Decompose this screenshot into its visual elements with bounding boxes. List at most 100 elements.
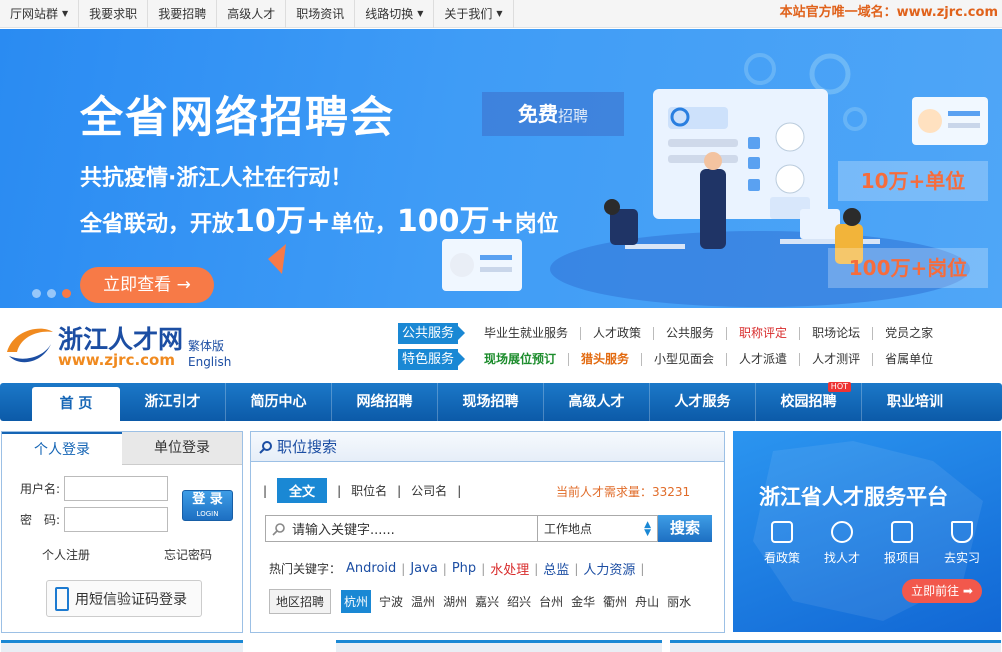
service-links: 公共服务 毕业生就业服务 人才政策 公共服务 职称评定 职场论坛 党员之家 特色… [398, 320, 1002, 372]
service-link[interactable]: 公共服务 [654, 326, 728, 340]
nav-home[interactable]: 首 页 [32, 387, 120, 421]
area-link[interactable]: 湖州 [443, 593, 467, 610]
service-link[interactable]: 职称评定 [727, 326, 801, 340]
username-input[interactable] [64, 476, 169, 501]
hot-keyword-link[interactable]: 总监 [543, 559, 569, 578]
hot-keyword-link[interactable]: 人力资源 [583, 559, 635, 578]
topnav-label: 关于我们 [444, 6, 493, 21]
area-link[interactable]: 衢州 [603, 593, 627, 610]
hot-keyword-link[interactable]: Android [346, 561, 396, 576]
area-link[interactable]: 绍兴 [507, 593, 531, 610]
register-link[interactable]: 个人注册 [42, 546, 90, 563]
nav-resume-center[interactable]: 简历中心 [226, 383, 332, 421]
nav-zhejiang-talent[interactable]: 浙江引才 [120, 383, 226, 421]
area-link[interactable]: 丽水 [667, 593, 691, 610]
internship-item[interactable]: 去实习 [941, 521, 983, 566]
nav-online-recruit[interactable]: 网络招聘 [332, 383, 438, 421]
sort-arrows-icon: ▲ ▼ [644, 519, 651, 538]
site-url: www.zjrc.com [58, 351, 175, 369]
topnav-label: 厅网站群 [10, 6, 59, 21]
topnav-workplace-news[interactable]: 职场资讯 [286, 0, 356, 28]
nav-senior-talent[interactable]: 高级人才 [544, 383, 650, 421]
platform-title: 浙江省人才服务平台 [759, 485, 948, 509]
nav-campus-recruit[interactable]: 校园招聘 HOT [756, 382, 862, 421]
sms-login-button[interactable]: 用短信验证码登录 [46, 580, 202, 617]
section-tab-strip [1, 640, 243, 652]
special-service-row: 特色服务 现场展位预订 猎头服务 小型见面会 人才派遣 人才测评 省属单位 [398, 346, 1002, 372]
chevron-down-icon: ▼ [496, 8, 503, 18]
main-nav: 首 页 浙江引才 简历中心 网络招聘 现场招聘 高级人才 人才服务 校园招聘 HO… [0, 382, 1002, 421]
units-tag: 10万+单位 [838, 161, 988, 201]
service-link[interactable]: 人才测评 [800, 352, 874, 366]
tab-job-title[interactable]: 职位名 [351, 482, 387, 499]
logo-icon[interactable] [3, 322, 55, 368]
free-label: 免费 [517, 102, 558, 126]
login-button[interactable]: 登 录 LOGIN [182, 490, 233, 521]
search-bar: 请输入关键字...... 工作地点 ▲ ▼ 搜索 [265, 515, 712, 542]
tab-full-text[interactable]: 全文 [277, 478, 328, 503]
banner-tagline: 全省联动，开放10万+单位，100万+岗位 [80, 196, 559, 240]
hero-banner[interactable]: 全省网络招聘会 共抗疫情·浙江人社在行动！ 全省联动，开放10万+单位，100万… [0, 29, 1002, 308]
location-label: 工作地点 [544, 522, 593, 536]
password-input[interactable] [64, 507, 169, 532]
job-search-header: 职位搜索 [251, 432, 724, 462]
tab-company-login[interactable]: 单位登录 [122, 432, 242, 465]
area-link[interactable]: 舟山 [635, 593, 659, 610]
area-link[interactable]: 温州 [411, 593, 435, 610]
hot-keyword-link[interactable]: Java [410, 561, 437, 576]
topnav-site-group[interactable]: 厅网站群 ▼ [0, 0, 80, 28]
top-bar: 厅网站群 ▼ 我要求职 我要招聘 高级人才 职场资讯 线路切换 ▼ 关于我们 ▼ 本站… [0, 0, 1002, 28]
hot-keyword-link[interactable]: 水处理 [490, 559, 529, 578]
location-select[interactable]: 工作地点 ▲ ▼ [538, 515, 658, 542]
search-button[interactable]: 搜索 [658, 515, 712, 542]
traditional-chinese-link[interactable]: 繁体版 [188, 338, 231, 354]
area-link[interactable]: 嘉兴 [475, 593, 499, 610]
nav-onsite-recruit[interactable]: 现场招聘 [438, 383, 544, 421]
topnav-line-switch[interactable]: 线路切换 ▼ [355, 0, 435, 28]
nav-talent-service[interactable]: 人才服务 [650, 383, 756, 421]
service-link[interactable]: 毕业生就业服务 [472, 326, 582, 340]
topnav-about[interactable]: 关于我们 ▼ [434, 0, 514, 28]
forgot-password-link[interactable]: 忘记密码 [164, 546, 212, 563]
topnav-recruit[interactable]: 我要招聘 [148, 0, 218, 28]
area-link[interactable]: 金华 [571, 593, 595, 610]
hot-keywords: 热门关键字： Android | Java | Php | 水处理 | 总监 | 人力资源… [269, 559, 645, 578]
topnav-label: 线路切换 [365, 6, 414, 21]
login-links: 个人注册 忘记密码 [42, 546, 212, 563]
view-now-button[interactable]: 立即查看 → [80, 267, 214, 303]
keyword-input[interactable]: 请输入关键字...... [265, 515, 538, 542]
carousel-dot-active[interactable] [62, 289, 71, 298]
service-link[interactable]: 人才政策 [581, 326, 655, 340]
go-now-button[interactable]: 立即前往 ➡ [902, 579, 982, 603]
job-search-title: 职位搜索 [277, 437, 338, 456]
service-link[interactable]: 职场论坛 [800, 326, 874, 340]
topnav-label: 职场资讯 [296, 6, 345, 21]
hot-keyword-link[interactable]: Php [452, 561, 476, 576]
topnav-senior-talent[interactable]: 高级人才 [217, 0, 287, 28]
apply-project-item[interactable]: 报项目 [881, 521, 923, 566]
english-link[interactable]: English [188, 354, 231, 370]
carousel-dot[interactable] [32, 289, 41, 298]
service-link[interactable]: 人才派遣 [727, 352, 801, 366]
service-link[interactable]: 现场展位预订 [472, 352, 570, 366]
area-link[interactable]: 杭州 [341, 590, 372, 613]
talent-platform-ad[interactable]: 浙江省人才服务平台 看政策 找人才 报项目 去实习 立即前往 ➡ [733, 431, 1001, 632]
service-link[interactable]: 党员之家 [873, 326, 945, 340]
area-recruit: 地区招聘 杭州 宁波 温州 湖州 嘉兴 绍兴 台州 金华 衢州 舟山 丽水 [269, 589, 695, 614]
tagline-part: 岗位 [514, 212, 559, 237]
service-link[interactable]: 小型见面会 [642, 352, 728, 366]
carousel-dot[interactable] [47, 289, 56, 298]
topnav-label: 我要求职 [89, 6, 138, 21]
tab-personal-login[interactable]: 个人登录 [2, 432, 122, 465]
view-policy-item[interactable]: 看政策 [761, 521, 803, 566]
area-link[interactable]: 台州 [539, 593, 563, 610]
service-link[interactable]: 省属单位 [873, 352, 945, 366]
topnav-job-seek[interactable]: 我要求职 [79, 0, 149, 28]
service-link[interactable]: 猎头服务 [569, 352, 643, 366]
carousel-dots [32, 289, 71, 298]
tab-company-name[interactable]: 公司名 [411, 482, 447, 499]
nav-vocational-training[interactable]: 职业培训 [862, 383, 968, 421]
area-link[interactable]: 宁波 [379, 593, 403, 610]
nav-label: 校园招聘 [780, 394, 837, 410]
find-talent-item[interactable]: 找人才 [821, 521, 863, 566]
